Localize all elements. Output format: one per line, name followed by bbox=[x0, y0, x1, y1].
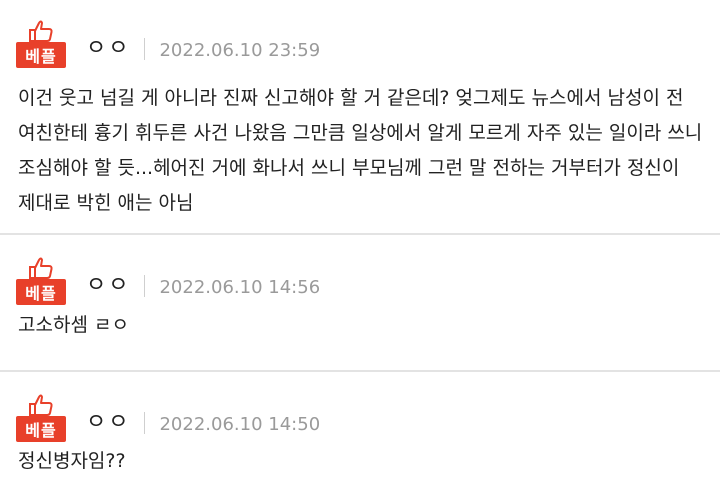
badge-label: 베플 bbox=[16, 42, 66, 68]
comment-meta: 베플 ㅇㅇ 2022.06.10 23:59 bbox=[16, 20, 320, 70]
author-name[interactable]: ㅇㅇ bbox=[86, 30, 130, 62]
comment-item: 베플 ㅇㅇ 2022.06.10 14:56 고소하셈 ㄹㅇ bbox=[0, 235, 720, 372]
thumbs-up-icon bbox=[29, 394, 53, 416]
comment-meta: 베플 ㅇㅇ 2022.06.10 14:56 bbox=[16, 257, 320, 307]
comment-list: 베플 ㅇㅇ 2022.06.10 23:59 이건 웃고 넘길 게 아니라 진짜… bbox=[0, 0, 720, 502]
best-comment-badge: 베플 bbox=[16, 394, 66, 444]
best-comment-badge: 베플 bbox=[16, 20, 66, 70]
comment-item: 베플 ㅇㅇ 2022.06.10 23:59 이건 웃고 넘길 게 아니라 진짜… bbox=[0, 0, 720, 235]
divider bbox=[144, 38, 146, 60]
author-name[interactable]: ㅇㅇ bbox=[86, 267, 130, 299]
comment-text: 이건 웃고 넘길 게 아니라 진짜 신고해야 할 거 같은데? 엊그제도 뉴스에… bbox=[18, 87, 703, 214]
author-name[interactable]: ㅇㅇ bbox=[86, 404, 130, 436]
comment-text: 고소하셈 ㄹㅇ bbox=[18, 314, 129, 336]
comment-text: 정신병자임?? bbox=[18, 450, 126, 472]
divider bbox=[144, 412, 146, 434]
badge-label: 베플 bbox=[16, 279, 66, 305]
comment-item: 베플 ㅇㅇ 2022.06.10 14:50 정신병자임?? bbox=[0, 372, 720, 502]
comment-date: 2022.06.10 14:50 bbox=[159, 414, 321, 435]
comment-meta: 베플 ㅇㅇ 2022.06.10 14:50 bbox=[16, 394, 320, 444]
comment-date: 2022.06.10 14:56 bbox=[159, 277, 321, 298]
badge-label: 베플 bbox=[16, 416, 66, 442]
thumbs-up-icon bbox=[29, 257, 53, 279]
thumbs-up-icon bbox=[29, 20, 53, 42]
comment-date: 2022.06.10 23:59 bbox=[159, 40, 321, 61]
best-comment-badge: 베플 bbox=[16, 257, 66, 307]
divider bbox=[144, 275, 146, 297]
